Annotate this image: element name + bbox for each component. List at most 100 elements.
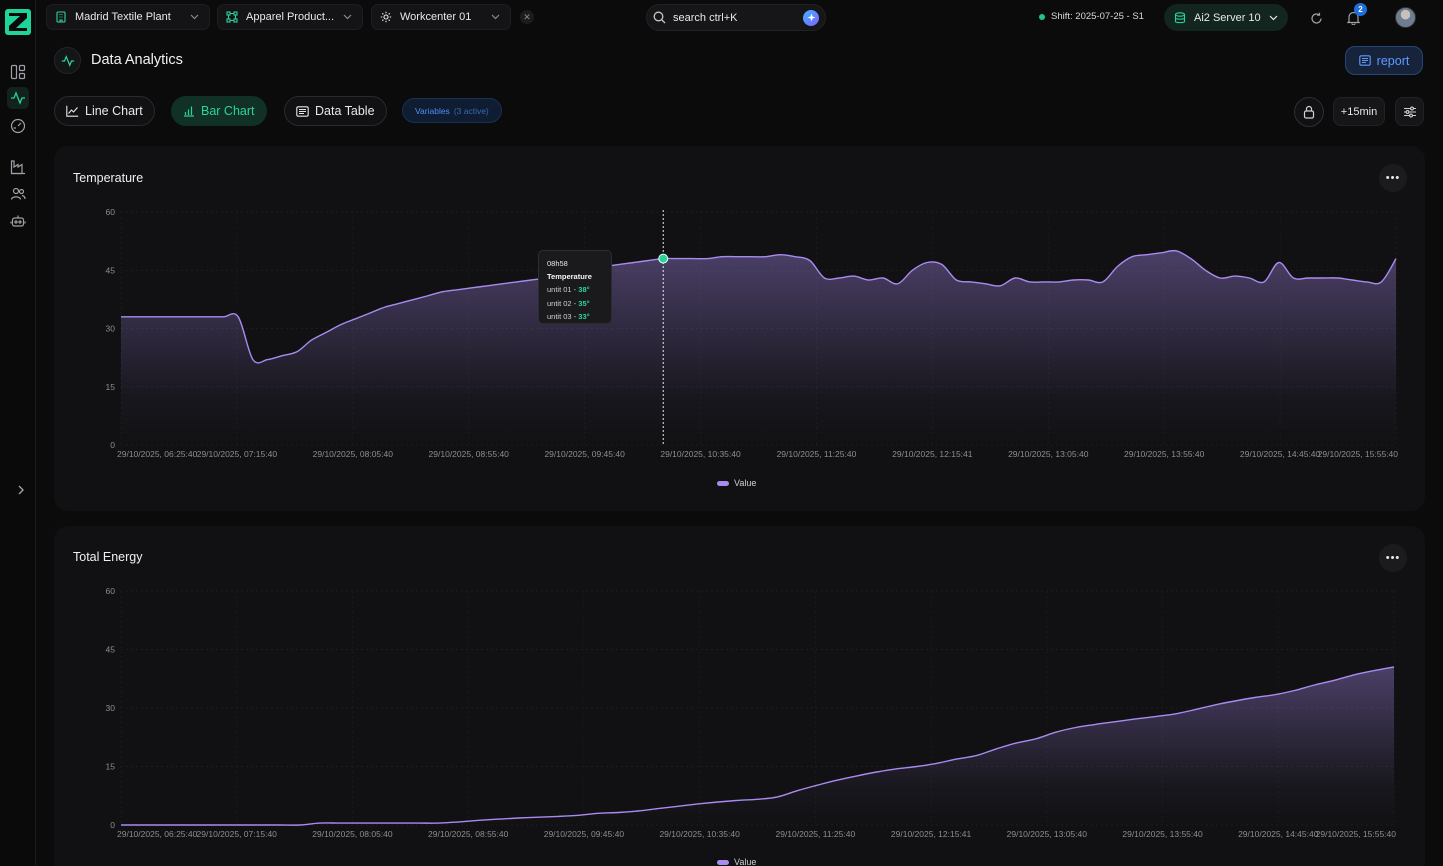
server-name: Ai2 Server 10 <box>1194 11 1261 24</box>
search-icon <box>653 11 666 24</box>
database-icon <box>1174 11 1186 23</box>
y-tick-label: 15 <box>106 382 116 392</box>
tooltip-row-value: 38° <box>578 285 590 295</box>
total-energy-chart[interactable]: 01530456029/10/2025, 06:25:40 29/10/2025,… <box>54 526 1425 866</box>
shift-label: Shift: 2025-07-25 - S1 <box>1051 11 1144 22</box>
y-tick-label: 0 <box>110 440 115 450</box>
x-tick-label: 29/10/2025, 08:05:40 <box>313 449 394 459</box>
x-tick-label: 29/10/2025, 08:55:40 <box>428 829 509 839</box>
hover-point[interactable] <box>658 253 669 264</box>
user-avatar[interactable] <box>1395 7 1416 28</box>
tooltip-row-value: 35° <box>578 298 590 308</box>
tab-label: Line Chart <box>85 104 143 118</box>
chevron-down-icon <box>1269 12 1278 24</box>
tab-line-chart[interactable]: Line Chart <box>54 96 155 126</box>
tooltip-row-label: untit 03 - <box>547 311 579 321</box>
y-tick-label: 60 <box>106 207 116 217</box>
variables-button[interactable]: Variables (3 active) <box>402 98 502 123</box>
x-tick-label: 29/10/2025, 15:55:40 <box>1316 829 1397 839</box>
speed-icon[interactable] <box>7 115 29 137</box>
plant-selector[interactable]: Madrid Textile Plant <box>46 4 210 30</box>
y-tick-label: 45 <box>106 645 116 655</box>
chevron-down-icon <box>190 12 199 22</box>
sidebar <box>0 0 36 866</box>
tab-data-table[interactable]: Data Table <box>284 96 387 126</box>
x-tick-label: 29/10/2025, 14:45:40 <box>1240 449 1321 459</box>
server-selector[interactable]: Ai2 Server 10 <box>1164 4 1288 31</box>
legend-swatch <box>717 859 729 865</box>
top-bar: Madrid Textile Plant Apparel Product... … <box>36 0 1443 36</box>
line-name: Apparel Product... <box>246 11 335 23</box>
x-tick-label: 29/10/2025, 09:45:40 <box>544 449 625 459</box>
legend-swatch <box>717 480 729 486</box>
building-icon <box>56 11 66 23</box>
tooltip-time: 08h58 <box>547 259 568 268</box>
tooltip-row-label: untit 01 - <box>547 285 579 295</box>
tooltip-row-label: untit 02 - <box>547 298 579 308</box>
notification-badge: 2 <box>1354 3 1367 16</box>
gear-icon <box>380 11 392 23</box>
variables-count: (3 active) <box>453 105 489 116</box>
bar-chart-icon <box>184 106 194 117</box>
x-tick-label: 29/10/2025, 08:05:40 <box>312 829 393 839</box>
x-tick-label: 29/10/2025, 12:15:41 <box>892 449 973 459</box>
tooltip-row: untit 01 - 38° <box>547 283 603 296</box>
x-tick-label: 29/10/2025, 13:05:40 <box>1008 449 1089 459</box>
tooltip-series-name: Temperature <box>547 272 592 282</box>
x-tick-label: 29/10/2025, 12:15:41 <box>891 829 972 839</box>
x-tick-label: 29/10/2025, 14:45:40 <box>1238 829 1319 839</box>
page-title: Data Analytics <box>91 52 183 68</box>
chart-legend[interactable]: Value <box>717 478 756 488</box>
legend-label: Value <box>734 478 757 488</box>
plant-name: Madrid Textile Plant <box>75 11 171 23</box>
tooltip-row: untit 02 - 35° <box>547 297 603 310</box>
dashboard-icon[interactable] <box>7 61 29 83</box>
workcenter-selector[interactable]: Workcenter 01 <box>371 4 511 30</box>
robot-icon[interactable] <box>7 210 29 232</box>
ai-assistant-icon[interactable] <box>803 9 819 26</box>
expand-sidebar-icon[interactable] <box>17 484 27 498</box>
factory-icon[interactable] <box>7 156 29 178</box>
tab-bar-chart[interactable]: Bar Chart <box>171 96 267 126</box>
legend-label: Value <box>734 857 757 866</box>
y-tick-label: 60 <box>106 586 116 596</box>
x-tick-label: 29/10/2025, 09:45:40 <box>544 829 625 839</box>
line-selector[interactable]: Apparel Product... <box>217 4 363 30</box>
chart-legend[interactable]: Value <box>717 857 756 866</box>
temperature-chart-card: Temperature ••• 0 15 30 45 60 29/10/2025, 06:… <box>54 146 1425 511</box>
time-offset-button[interactable]: +15min <box>1333 97 1385 126</box>
analytics-icon <box>54 47 81 74</box>
x-tick-label: 29/10/2025, 07:15:40 <box>197 449 278 459</box>
total-energy-chart-card: Total Energy ••• 0 15 30 45 60 29/10/2025, 06… <box>54 526 1425 866</box>
clear-selection-close-icon[interactable]: ✕ <box>520 10 534 24</box>
search-bar[interactable]: search ctrl+K <box>646 4 826 31</box>
users-icon[interactable] <box>7 183 29 205</box>
status-dot <box>1039 13 1045 20</box>
y-tick-label: 30 <box>106 703 116 713</box>
tooltip-row: untit 03 - 33° <box>547 310 603 323</box>
temperature-chart[interactable]: 01530456029/10/2025, 06:25:40 29/10/2025,… <box>54 146 1425 511</box>
variables-label: Variables <box>415 105 450 116</box>
x-tick-label: 29/10/2025, 10:35:40 <box>660 449 741 459</box>
y-tick-label: 45 <box>106 265 116 275</box>
workflow-icon <box>226 11 238 23</box>
report-button[interactable]: report <box>1345 46 1423 75</box>
x-tick-label: 29/10/2025, 11:25:40 <box>777 449 857 459</box>
lock-icon[interactable] <box>1294 97 1324 127</box>
x-tick-label: 29/10/2025, 15:55:40 <box>1318 449 1399 459</box>
y-tick-label: 0 <box>110 820 115 830</box>
analytics-icon[interactable] <box>7 87 29 109</box>
x-tick-label: 29/10/2025, 10:35:40 <box>659 829 740 839</box>
x-tick-label: 29/10/2025, 06:25:40 <box>117 829 198 839</box>
app-logo[interactable] <box>5 9 31 35</box>
settings-sliders-icon[interactable] <box>1395 97 1424 126</box>
tab-label: Data Table <box>315 104 375 118</box>
refresh-icon[interactable] <box>1306 8 1326 28</box>
x-tick-label: 29/10/2025, 13:55:40 <box>1124 449 1205 459</box>
x-tick-label: 29/10/2025, 13:05:40 <box>1007 829 1088 839</box>
x-tick-label: 29/10/2025, 11:25:40 <box>775 829 855 839</box>
chevron-down-icon <box>343 12 352 22</box>
y-tick-label: 30 <box>106 324 116 334</box>
shift-indicator: Shift: 2025-07-25 - S1 <box>1039 11 1144 22</box>
series-area <box>121 250 1396 445</box>
